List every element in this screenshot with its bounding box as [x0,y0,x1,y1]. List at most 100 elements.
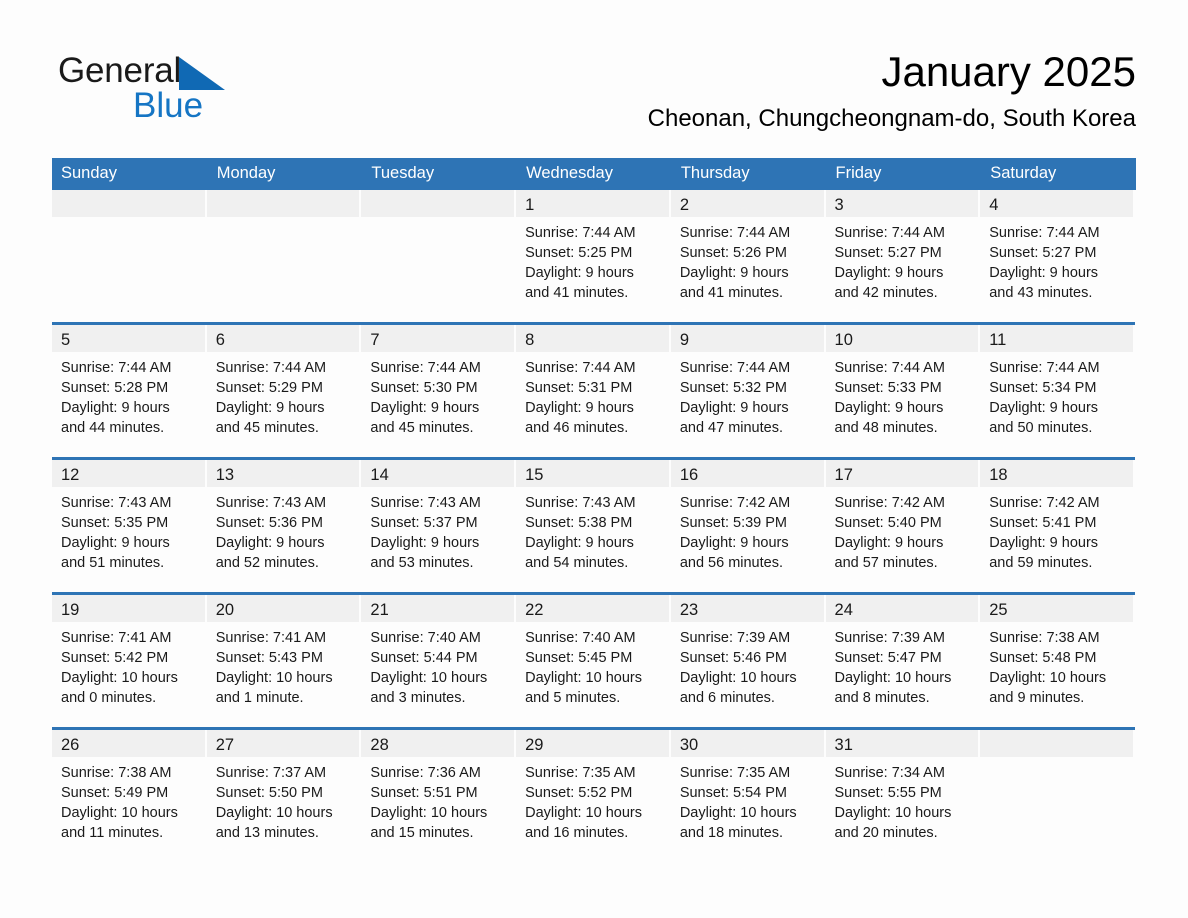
sunrise-text: Sunrise: 7:43 AM [525,495,636,511]
calendar-day-cell[interactable]: 27 Sunrise: 7:37 AM Sunset: 5:50 PM Dayligh… [206,727,362,862]
daylight-text-cont: and 15 minutes. [370,825,474,841]
day-cell-inner: 11 Sunrise: 7:44 AM Sunset: 5:34 PM Dayligh… [980,325,1135,457]
day-cell-inner: 6 Sunrise: 7:44 AM Sunset: 5:29 PM Daylight… [206,325,362,457]
daylight-text: Daylight: 9 hours [989,265,1099,281]
calendar-day-cell[interactable]: 15 Sunrise: 7:43 AM Sunset: 5:38 PM Dayligh… [516,457,671,594]
day-details: Sunrise: 7:38 AM Sunset: 5:48 PM Daylight:… [980,622,1135,708]
day-details: Sunrise: 7:40 AM Sunset: 5:44 PM Daylight:… [361,622,516,708]
day-cell-inner: 12 Sunrise: 7:43 AM Sunset: 5:35 PM Dayligh… [52,460,207,592]
calendar-day-cell[interactable]: 2 Sunrise: 7:44 AM Sunset: 5:26 PM Daylight… [670,190,826,324]
sunrise-text: Sunrise: 7:41 AM [61,630,172,646]
calendar-day-cell[interactable]: 26 Sunrise: 7:38 AM Sunset: 5:49 PM Dayligh… [52,727,207,862]
calendar-table: Sunday Monday Tuesday Wednesday Thursday Frid… [52,158,1136,862]
day-cell-inner: 1 Sunrise: 7:44 AM Sunset: 5:25 PM Daylight… [516,190,671,322]
daylight-text: Daylight: 9 hours [989,400,1099,416]
calendar-day-cell[interactable]: 6 Sunrise: 7:44 AM Sunset: 5:29 PM Daylight… [206,322,362,459]
calendar-page: General Blue January 2025 Cheonan, Chung… [0,0,1188,918]
weekday-header-wednesday: Wednesday [516,158,672,190]
day-number: 25 [989,601,1008,619]
sunset-text: Sunset: 5:39 PM [679,515,788,531]
daylight-text: Daylight: 10 hours [679,805,797,821]
daylight-text: Daylight: 9 hours [370,400,480,416]
daylight-text: Daylight: 9 hours [989,535,1099,551]
calendar-day-cell[interactable]: 21 Sunrise: 7:40 AM Sunset: 5:44 PM Dayligh… [361,592,517,729]
calendar-body: 1 Sunrise: 7:44 AM Sunset: 5:25 PM Daylight… [52,190,1135,862]
day-details: Sunrise: 7:35 AM Sunset: 5:52 PM Daylight:… [516,757,671,843]
sunset-text: Sunset: 5:47 PM [834,650,942,666]
calendar-day-cell[interactable]: 12 Sunrise: 7:43 AM Sunset: 5:35 PM Dayligh… [52,457,207,594]
day-cell-inner: 28 Sunrise: 7:36 AM Sunset: 5:51 PM Dayligh… [361,730,516,862]
calendar-day-cell[interactable]: 16 Sunrise: 7:42 AM Sunset: 5:39 PM Dayligh… [670,457,826,594]
calendar-day-cell[interactable]: 28 Sunrise: 7:36 AM Sunset: 5:51 PM Dayligh… [361,727,517,862]
daylight-text: Daylight: 9 hours [679,535,789,551]
day-number: 14 [370,466,389,484]
day-details: Sunrise: 7:44 AM Sunset: 5:32 PM Daylight:… [671,352,826,438]
daylight-text: Daylight: 9 hours [525,265,634,281]
day-cell-inner: 30 Sunrise: 7:35 AM Sunset: 5:54 PM Dayligh… [670,730,826,862]
weekday-header-row: Sunday Monday Tuesday Wednesday Thursday Frid… [52,158,1136,190]
day-details [52,217,207,223]
daylight-text-cont: and 44 minutes. [61,420,165,436]
sunset-text: Sunset: 5:44 PM [370,650,478,666]
day-number-band: 19 [52,595,205,622]
calendar-week-row: 1 Sunrise: 7:44 AM Sunset: 5:25 PM Daylight… [52,190,1135,324]
calendar-day-cell[interactable]: 18 Sunrise: 7:42 AM Sunset: 5:41 PM Dayligh… [980,457,1135,594]
sunset-text: Sunset: 5:54 PM [679,785,788,801]
general-blue-logo[interactable]: General Blue [58,52,358,132]
calendar-day-cell[interactable]: 7 Sunrise: 7:44 AM Sunset: 5:30 PM Daylight… [361,322,517,459]
sunrise-text: Sunrise: 7:41 AM [215,630,327,646]
day-details: Sunrise: 7:44 AM Sunset: 5:26 PM Daylight:… [671,217,826,303]
calendar-day-cell[interactable]: 25 Sunrise: 7:38 AM Sunset: 5:48 PM Dayligh… [980,592,1135,729]
calendar-day-cell[interactable]: 17 Sunrise: 7:42 AM Sunset: 5:40 PM Dayligh… [825,457,981,594]
day-number: 24 [834,601,853,619]
day-number: 11 [989,331,1007,349]
weekday-header-tuesday: Tuesday [361,158,518,190]
calendar-day-cell[interactable]: 24 Sunrise: 7:39 AM Sunset: 5:47 PM Dayligh… [825,592,981,729]
sunrise-text: Sunrise: 7:42 AM [834,495,945,511]
daylight-text: Daylight: 10 hours [679,670,797,686]
day-number-band: 31 [825,730,979,757]
sunrise-text: Sunrise: 7:40 AM [370,630,481,646]
day-details: Sunrise: 7:37 AM Sunset: 5:50 PM Daylight:… [207,757,362,843]
calendar-day-cell[interactable]: 23 Sunrise: 7:39 AM Sunset: 5:46 PM Dayligh… [670,592,826,729]
calendar-day-cell[interactable]: 10 Sunrise: 7:44 AM Sunset: 5:33 PM Dayligh… [825,322,981,459]
day-details: Sunrise: 7:40 AM Sunset: 5:45 PM Daylight:… [516,622,671,708]
calendar-day-cell[interactable]: 4 Sunrise: 7:44 AM Sunset: 5:27 PM Daylight… [980,190,1135,324]
daylight-text-cont: and 41 minutes. [525,285,629,301]
day-details: Sunrise: 7:44 AM Sunset: 5:30 PM Daylight:… [361,352,516,438]
day-number-band: 15 [516,460,669,487]
calendar-day-cell[interactable]: 20 Sunrise: 7:41 AM Sunset: 5:43 PM Dayligh… [206,592,362,729]
calendar-day-cell[interactable]: 19 Sunrise: 7:41 AM Sunset: 5:42 PM Dayligh… [52,592,207,729]
daylight-text-cont: and 41 minutes. [679,285,783,301]
calendar-day-cell[interactable]: 11 Sunrise: 7:44 AM Sunset: 5:34 PM Dayligh… [980,322,1135,459]
sunrise-text: Sunrise: 7:44 AM [989,225,1100,241]
daylight-text: Daylight: 10 hours [61,805,178,821]
calendar-day-cell[interactable]: 29 Sunrise: 7:35 AM Sunset: 5:52 PM Dayligh… [516,727,671,862]
day-number: 21 [370,601,389,619]
sunset-text: Sunset: 5:33 PM [834,380,942,396]
calendar-day-cell[interactable]: 13 Sunrise: 7:43 AM Sunset: 5:36 PM Dayligh… [206,457,362,594]
sunrise-text: Sunrise: 7:43 AM [215,495,327,511]
day-cell-inner: 19 Sunrise: 7:41 AM Sunset: 5:42 PM Dayligh… [52,595,207,727]
calendar-day-cell[interactable]: 3 Sunrise: 7:44 AM Sunset: 5:27 PM Daylight… [825,190,981,324]
daylight-text: Daylight: 9 hours [61,535,170,551]
day-cell-inner: 4 Sunrise: 7:44 AM Sunset: 5:27 PM Daylight… [980,190,1135,322]
sunset-text: Sunset: 5:27 PM [989,245,1097,261]
calendar-day-cell[interactable]: 1 Sunrise: 7:44 AM Sunset: 5:25 PM Daylight… [516,190,671,324]
calendar-day-cell[interactable]: 5 Sunrise: 7:44 AM Sunset: 5:28 PM Daylight… [52,322,207,459]
day-cell-inner: 5 Sunrise: 7:44 AM Sunset: 5:28 PM Daylight… [52,325,207,457]
calendar-week-row: 5 Sunrise: 7:44 AM Sunset: 5:28 PM Daylight… [52,322,1135,459]
sunrise-text: Sunrise: 7:44 AM [834,225,945,241]
calendar-day-cell[interactable]: 8 Sunrise: 7:44 AM Sunset: 5:31 PM Daylight… [516,322,671,459]
daylight-text: Daylight: 10 hours [370,805,488,821]
calendar-day-cell[interactable]: 9 Sunrise: 7:44 AM Sunset: 5:32 PM Daylight… [670,322,826,459]
calendar-day-cell[interactable]: 22 Sunrise: 7:40 AM Sunset: 5:45 PM Dayligh… [516,592,671,729]
calendar-day-cell[interactable]: 14 Sunrise: 7:43 AM Sunset: 5:37 PM Dayligh… [361,457,517,594]
day-details: Sunrise: 7:35 AM Sunset: 5:54 PM Daylight:… [671,757,826,843]
calendar-day-cell[interactable]: 31 Sunrise: 7:34 AM Sunset: 5:55 PM Dayligh… [825,727,981,862]
calendar-day-cell[interactable]: 30 Sunrise: 7:35 AM Sunset: 5:54 PM Dayligh… [670,727,826,862]
day-cell-inner: 31 Sunrise: 7:34 AM Sunset: 5:55 PM Dayligh… [825,730,981,862]
day-number-band: 17 [825,460,979,487]
day-details [361,217,516,223]
day-number-band: 12 [52,460,205,487]
